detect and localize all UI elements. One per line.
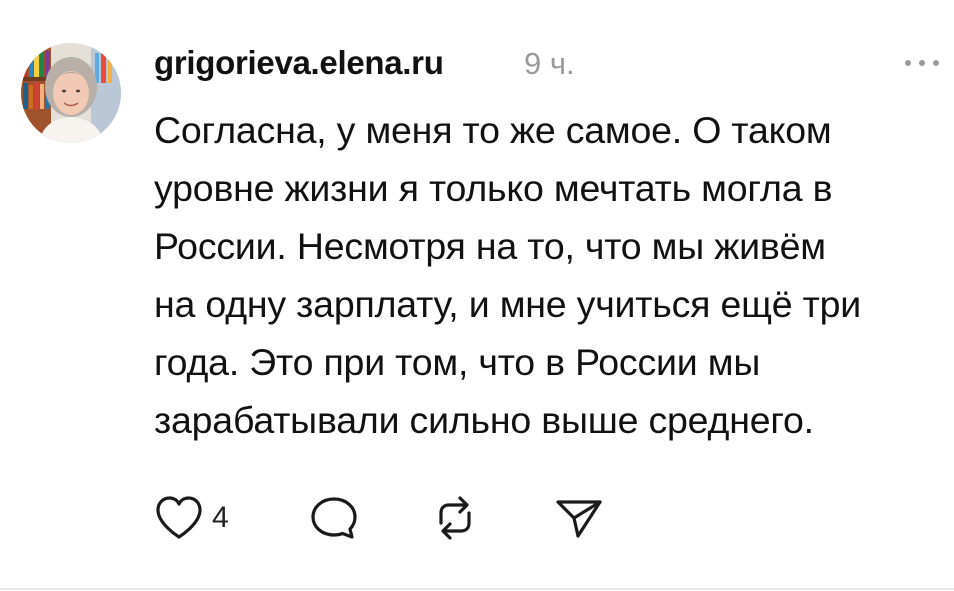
share-button[interactable] <box>554 492 604 544</box>
post-text-line: на одну зарплату, и мне учиться ещё три <box>154 283 862 325</box>
post-text-line: уровне жизни я только мечтать могла в <box>154 167 833 209</box>
post-text-line: России. Несмотря на то, что мы живём <box>154 225 826 267</box>
post-text-line: года. Это при том, что в России мы <box>154 341 761 383</box>
comment-button[interactable] <box>308 492 360 544</box>
repost-button[interactable] <box>428 492 482 544</box>
comment-bubble-icon <box>311 497 357 539</box>
send-icon <box>556 500 602 538</box>
like-button[interactable]: 4 <box>154 492 229 544</box>
post-text-line: Согласна, у меня то же самое. О таком <box>154 109 832 151</box>
post-text: Согласна, у меня то же самое. О таком ур… <box>154 101 954 449</box>
avatar[interactable] <box>21 43 121 143</box>
more-horizontal-icon <box>905 60 939 66</box>
divider <box>0 588 954 590</box>
like-count: 4 <box>212 501 229 534</box>
timestamp: 9 ч. <box>524 46 575 81</box>
post-text-line: зарабатывали сильно выше среднего. <box>154 399 814 441</box>
username[interactable]: grigorieva.elena.ru <box>154 44 444 82</box>
more-options-button[interactable] <box>898 46 946 80</box>
repost-icon <box>439 496 471 540</box>
heart-icon <box>156 496 202 539</box>
avatar-image <box>21 43 121 143</box>
thread-post: grigorieva.elena.ru 9 ч. Согласна, у мен… <box>0 0 954 591</box>
